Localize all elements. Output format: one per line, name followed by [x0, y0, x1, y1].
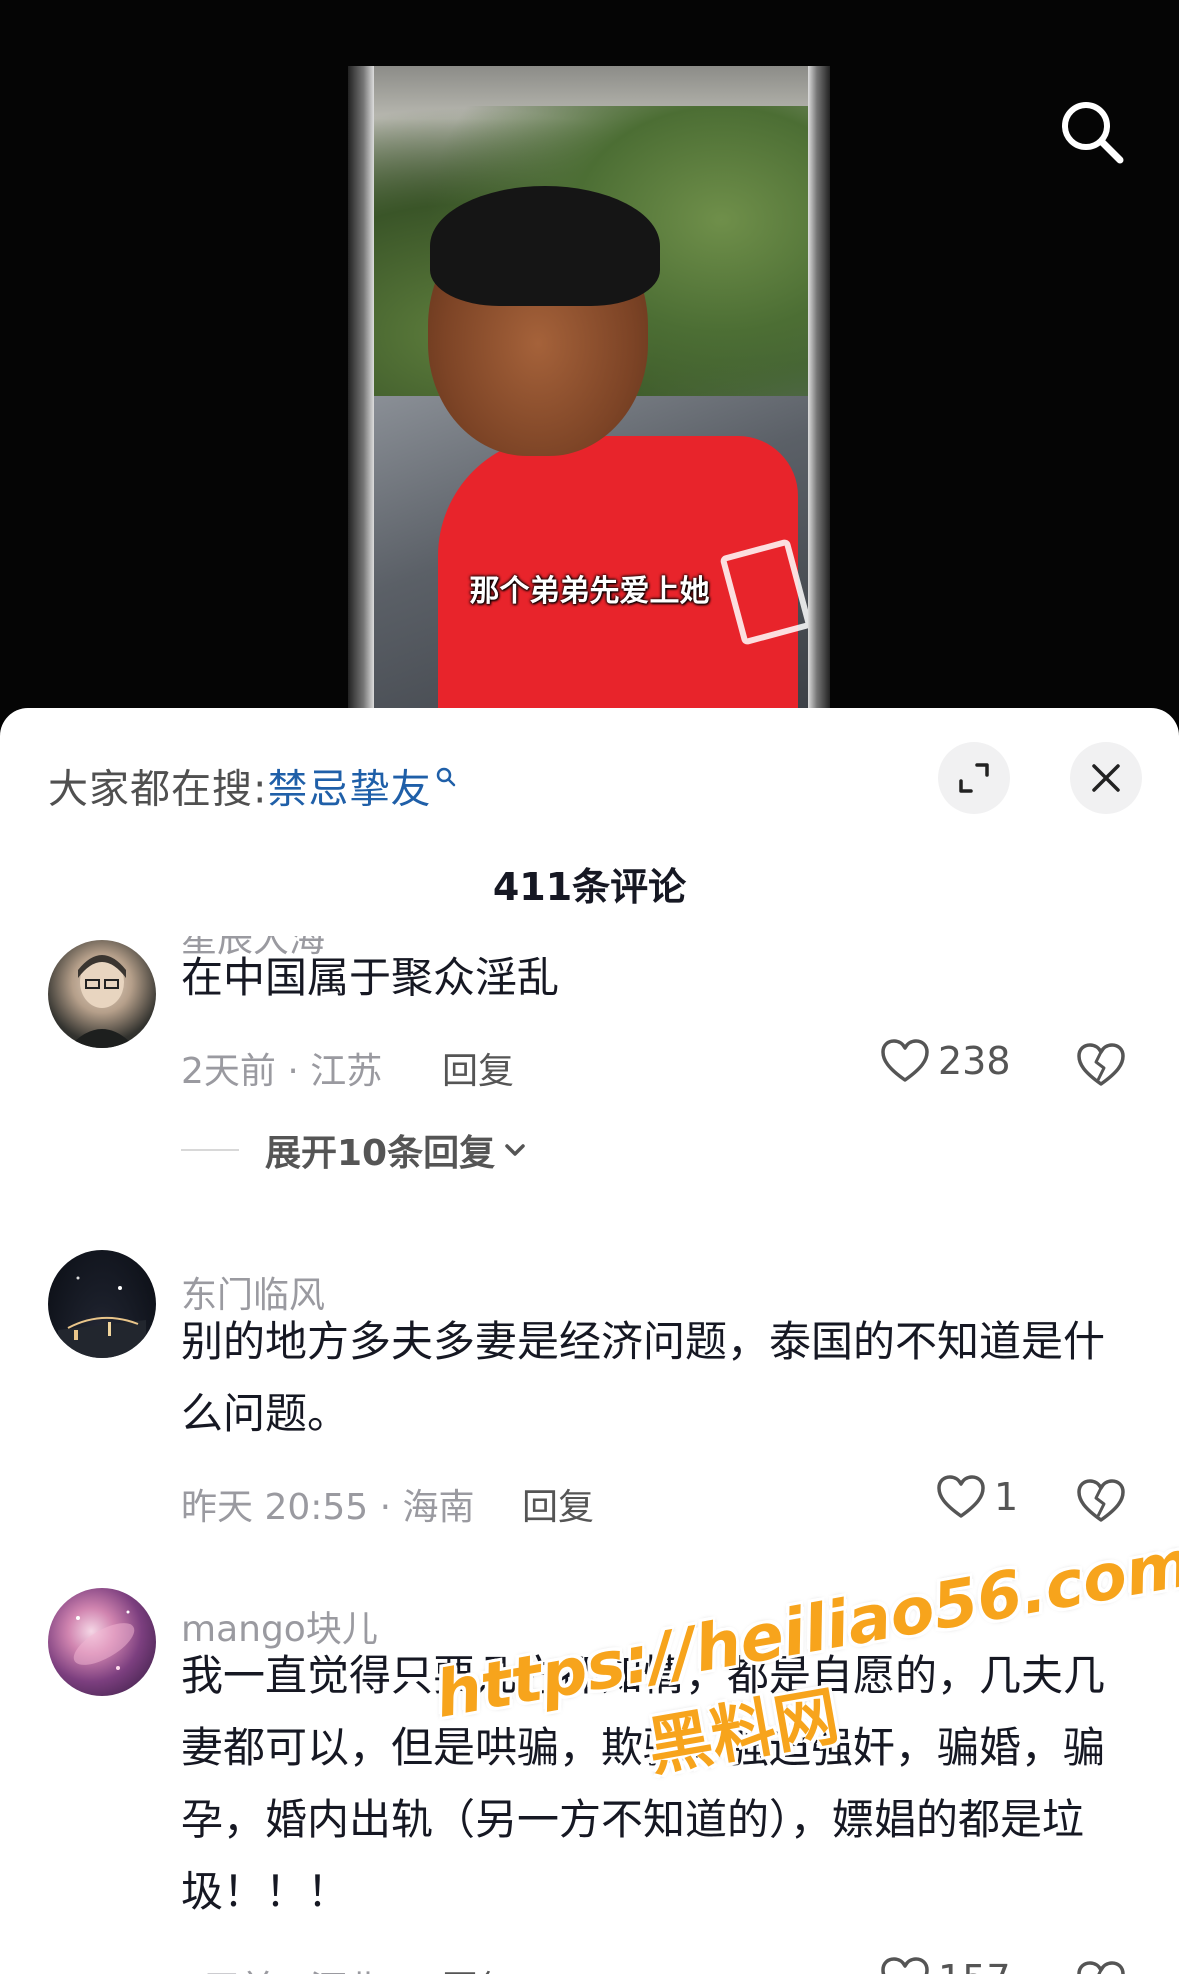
like-count: 157 [938, 1957, 1011, 1974]
like-button[interactable]: 157 [880, 1956, 1011, 1974]
reply-button[interactable]: 回复 [442, 1042, 514, 1094]
comment-text: 在中国属于聚众淫乱 [181, 953, 560, 1002]
expand-replies-label: 展开10条回复 [265, 1133, 496, 1174]
search-button[interactable] [1056, 96, 1128, 168]
like-count: 238 [938, 1039, 1011, 1083]
video-person-hair [430, 186, 660, 306]
expand-button[interactable] [938, 742, 1010, 814]
video-frame [348, 66, 830, 726]
close-icon [1092, 764, 1120, 792]
hot-search-keyword[interactable]: 禁忌挚友 [267, 766, 431, 812]
expand-icon [959, 763, 989, 793]
comment-item: 星辰大海 在中国属于聚众淫乱 2天前 · 江苏 回复 238 展开10条回复 [0, 936, 1179, 1198]
hot-search-prefix: 大家都在搜: [48, 766, 268, 813]
heart-icon [881, 1039, 929, 1082]
video-player[interactable]: 那个弟弟先爱上她 [0, 0, 1179, 726]
dislike-button[interactable] [1076, 1478, 1126, 1528]
comment-time-location: 2天前 · 河北 [181, 1960, 382, 1974]
comment-time-location: 2天前 · 江苏 [181, 1051, 383, 1092]
hot-search-bar[interactable]: 大家都在搜:禁忌挚友 [48, 752, 457, 814]
close-button[interactable] [1070, 742, 1142, 814]
small-search-icon [435, 752, 457, 798]
video-bezel-right [808, 66, 830, 726]
broken-heart-icon [1077, 1043, 1125, 1086]
avatar[interactable] [48, 1588, 156, 1696]
heart-icon [937, 1475, 985, 1518]
broken-heart-icon [1077, 1479, 1125, 1522]
broken-heart-icon [1077, 1961, 1125, 1974]
like-button[interactable]: 238 [880, 1038, 1011, 1084]
dislike-button[interactable] [1076, 1960, 1126, 1974]
expand-replies-button[interactable]: 展开10条回复 [181, 1124, 529, 1176]
video-subtitle: 那个弟弟先爱上她 [469, 574, 710, 609]
dislike-button[interactable] [1076, 1042, 1126, 1092]
comment-count: 411条评论 [492, 865, 687, 909]
comment-time-location: 昨天 20:55 · 海南 [181, 1487, 475, 1528]
chevron-down-icon [505, 1144, 525, 1156]
search-icon [1062, 102, 1124, 164]
divider-line [181, 1149, 239, 1151]
comment-item: 东门临风 别的地方多夫多妻是经济问题，泰国的不知道是什么问题。 昨天 20:55… [0, 1250, 1179, 1546]
avatar[interactable] [48, 940, 156, 1048]
heart-icon [881, 1957, 929, 1974]
reply-button[interactable]: 回复 [522, 1478, 594, 1530]
comment-text: 别的地方多夫多妻是经济问题，泰国的不知道是什么问题。 [181, 1317, 1106, 1438]
like-button[interactable]: 1 [936, 1474, 1018, 1520]
avatar[interactable] [48, 1250, 156, 1358]
like-count: 1 [994, 1475, 1019, 1519]
reply-button[interactable]: 回复 [442, 1960, 514, 1974]
video-bezel-left [348, 66, 374, 726]
